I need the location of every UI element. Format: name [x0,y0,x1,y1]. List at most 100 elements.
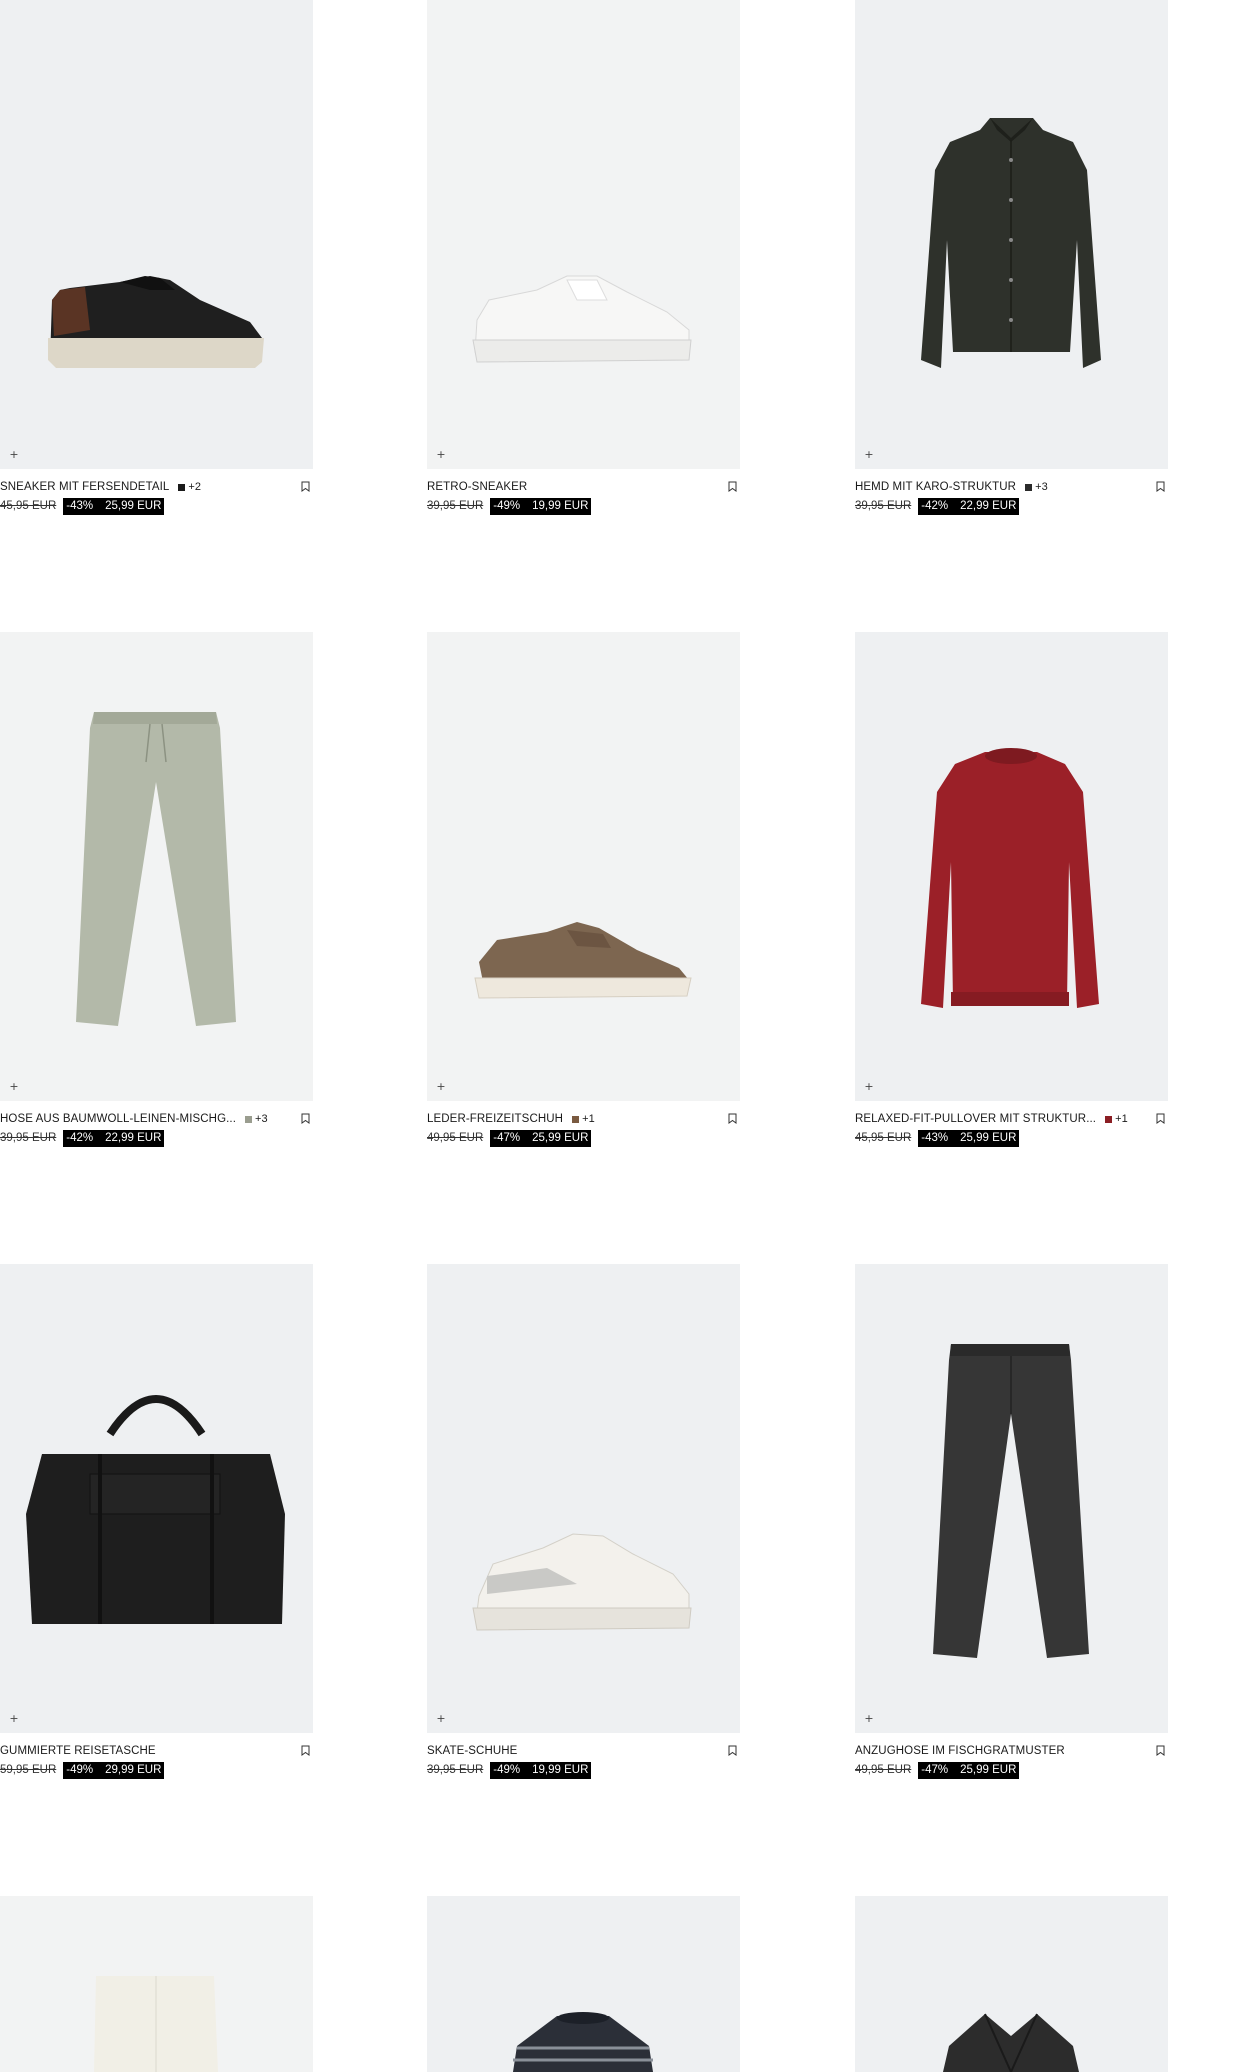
add-to-cart-icon[interactable]: + [8,1713,20,1725]
price: 19,99 EUR [532,1764,589,1776]
product-image[interactable] [0,1896,313,2072]
product-name[interactable]: RELAXED-FIT-PULLOVER MIT STRUKTUR... [855,1113,1096,1125]
old-price: 39,95 EUR [0,1132,57,1144]
bookmark-icon[interactable] [1156,481,1165,492]
product-image[interactable]: + [427,632,740,1101]
discount: -43% [921,1132,949,1144]
blazer-dark-icon [943,2013,1079,2072]
add-to-cart-icon[interactable]: + [8,449,20,461]
sneaker-black-icon [48,276,264,368]
price: 25,99 EUR [105,500,162,512]
product-name[interactable]: HEMD MIT KARO-STRUKTUR [855,481,1016,493]
old-price: 49,95 EUR [427,1132,484,1144]
product-card[interactable]: + HEMD MIT KARO-STRUKTUR +3 39,95 EUR -4… [855,0,1168,529]
product-name[interactable]: RETRO-SNEAKER [427,481,527,493]
product-card[interactable] [427,1896,740,2072]
sale-badge: -49% 19,99 EUR [490,1761,592,1779]
discount: -49% [493,500,521,512]
discount: -43% [66,500,94,512]
bookmark-icon[interactable] [301,1745,310,1756]
product-card[interactable]: + GUMMIERTE REISETASCHE 59,95 EUR -49% 2… [0,1264,313,1793]
sale-badge: -42% 22,99 EUR [918,497,1020,515]
price: 25,99 EUR [532,1132,589,1144]
add-to-cart-icon[interactable]: + [435,1081,447,1093]
old-price: 45,95 EUR [855,1132,912,1144]
color-swatch[interactable] [245,1115,252,1123]
product-image[interactable] [855,1896,1168,2072]
trousers-sage-icon [76,712,236,1026]
more-colors[interactable]: +1 [582,1113,595,1125]
more-colors[interactable]: +1 [1115,1113,1128,1125]
product-name[interactable]: ANZUGHOSE IM FISCHGRÄTMUSTER [855,1745,1065,1757]
add-to-cart-icon[interactable]: + [8,1081,20,1093]
old-price: 39,95 EUR [427,500,484,512]
product-name[interactable]: SKATE-SCHUHE [427,1745,517,1757]
striped-sweater-icon [513,2012,653,2072]
sale-badge: -47% 25,99 EUR [490,1129,592,1147]
product-image[interactable]: + [855,1264,1168,1733]
price: 19,99 EUR [532,500,589,512]
product-name[interactable]: LEDER-FREIZEITSCHUH [427,1113,563,1125]
product-card[interactable] [855,1896,1168,2072]
old-price: 45,95 EUR [0,500,57,512]
sale-badge: -49% 19,99 EUR [490,497,592,515]
product-image[interactable] [427,1896,740,2072]
product-card[interactable]: + SNEAKER MIT FERSENDETAIL +2 45,95 EUR … [0,0,313,529]
product-card[interactable] [0,1896,313,2072]
product-image[interactable]: + [427,0,740,469]
bookmark-icon[interactable] [301,481,310,492]
color-swatch[interactable] [178,483,186,491]
product-card[interactable]: + ANZUGHOSE IM FISCHGRÄTMUSTER 49,95 EUR… [855,1264,1168,1793]
price: 22,99 EUR [960,500,1017,512]
price: 25,99 EUR [960,1132,1017,1144]
product-name[interactable]: SNEAKER MIT FERSENDETAIL [0,481,169,493]
price: 22,99 EUR [105,1132,162,1144]
discount: -49% [493,1764,521,1776]
add-to-cart-icon[interactable]: + [435,1713,447,1725]
product-image[interactable]: + [0,0,313,469]
more-colors[interactable]: +3 [255,1113,268,1125]
add-to-cart-icon[interactable]: + [863,1713,875,1725]
moccasin-brown-icon [474,922,692,999]
old-price: 49,95 EUR [855,1764,912,1776]
sweater-red-icon [921,748,1099,1008]
product-card[interactable]: + RELAXED-FIT-PULLOVER MIT STRUKTUR... +… [855,632,1168,1161]
color-swatch[interactable] [1025,483,1033,491]
trousers-white-icon [94,1976,218,2072]
bookmark-icon[interactable] [728,1113,737,1124]
add-to-cart-icon[interactable]: + [863,449,875,461]
color-swatch[interactable] [572,1115,580,1123]
more-colors[interactable]: +2 [188,481,201,493]
old-price: 59,95 EUR [0,1764,57,1776]
product-card[interactable]: + HOSE AUS BAUMWOLL-LEINEN-MISCHG... +3 … [0,632,313,1161]
product-image[interactable]: + [855,0,1168,469]
product-image[interactable]: + [0,1264,313,1733]
product-name[interactable]: GUMMIERTE REISETASCHE [0,1745,156,1757]
discount: -42% [66,1132,94,1144]
bookmark-icon[interactable] [1156,1113,1165,1124]
discount: -47% [493,1132,521,1144]
sale-badge: -42% 22,99 EUR [63,1129,165,1147]
product-name[interactable]: HOSE AUS BAUMWOLL-LEINEN-MISCHG... [0,1113,236,1125]
suit-trousers-grey-icon [933,1344,1089,1658]
bookmark-icon[interactable] [728,1745,737,1756]
add-to-cart-icon[interactable]: + [435,449,447,461]
product-image[interactable]: + [427,1264,740,1733]
product-image[interactable]: + [0,632,313,1101]
skate-shoe-white-icon [472,1533,692,1631]
product-card[interactable]: + LEDER-FREIZEITSCHUH +1 49,95 EUR -47% … [427,632,740,1161]
bookmark-icon[interactable] [301,1113,310,1124]
shirt-dark-green-icon [921,118,1101,368]
duffel-bag-black-icon [26,1395,285,1624]
discount: -49% [66,1764,94,1776]
product-card[interactable]: + SKATE-SCHUHE 39,95 EUR -49% 19,99 EUR [427,1264,740,1793]
old-price: 39,95 EUR [427,1764,484,1776]
sale-badge: -43% 25,99 EUR [63,497,165,515]
add-to-cart-icon[interactable]: + [863,1081,875,1093]
product-card[interactable]: + RETRO-SNEAKER 39,95 EUR -49% 19,99 EUR [427,0,740,529]
more-colors[interactable]: +3 [1035,481,1048,493]
bookmark-icon[interactable] [728,481,737,492]
bookmark-icon[interactable] [1156,1745,1165,1756]
product-image[interactable]: + [855,632,1168,1101]
color-swatch[interactable] [1105,1115,1113,1123]
